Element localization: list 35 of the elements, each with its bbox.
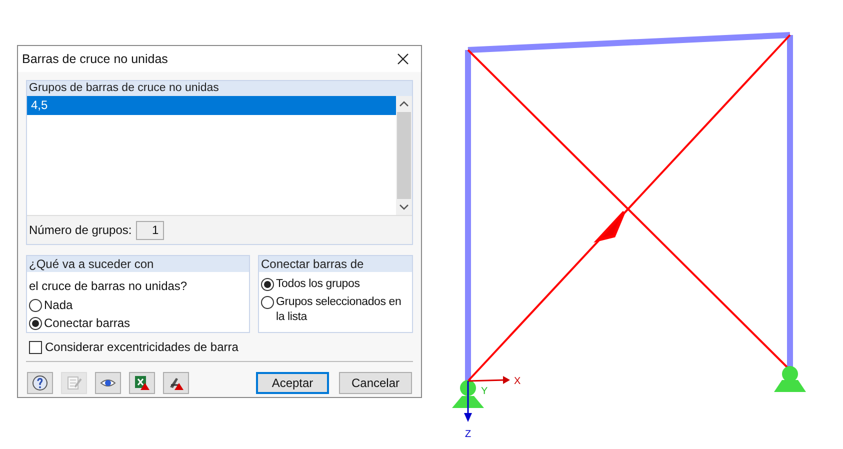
- checkbox-label[interactable]: Considerar excentricidades de barra: [45, 338, 238, 356]
- scrollbar[interactable]: [396, 96, 412, 215]
- dialog-button[interactable]: Aceptar: [256, 372, 329, 394]
- list-item[interactable]: 4,5: [27, 96, 396, 115]
- radio-button[interactable]: [29, 299, 42, 312]
- prompt-text: el cruce de barras no unidas?: [28, 278, 188, 295]
- close-icon: [397, 53, 409, 65]
- radio-label[interactable]: Grupos seleccionados en la lista: [276, 295, 410, 325]
- y-axis-label: Y: [481, 386, 488, 397]
- tool-warning-icon: [168, 375, 184, 391]
- radio-button[interactable]: [261, 296, 274, 309]
- radio-label[interactable]: Todos los grupos: [276, 277, 360, 292]
- toolbar-button[interactable]: [27, 372, 53, 394]
- radio-label[interactable]: Conectar barras: [44, 316, 130, 331]
- radio-button[interactable]: [29, 317, 42, 330]
- z-axis-label: Z: [465, 429, 472, 440]
- support-drawing: [774, 366, 806, 392]
- panel-title: Conectar barras de: [259, 256, 412, 272]
- radio-button[interactable]: [261, 278, 274, 291]
- checkbox[interactable]: [29, 340, 42, 354]
- panel-title: ¿Qué va a suceder con: [27, 256, 249, 272]
- scroll-thumb[interactable]: [397, 112, 411, 199]
- panel-title: Grupos de barras de cruce no unidas: [27, 81, 412, 96]
- count-field: 1: [136, 220, 164, 240]
- toolbar-button[interactable]: [129, 372, 155, 394]
- dialog-button[interactable]: Cancelar: [339, 372, 412, 394]
- toolbar-button[interactable]: [163, 372, 189, 394]
- radio-label[interactable]: Nada: [44, 298, 73, 313]
- x-axis-label: X: [514, 376, 521, 387]
- toolbar-button[interactable]: [95, 372, 121, 394]
- help-icon: [32, 375, 48, 391]
- count-label: Número de grupos:: [29, 222, 132, 239]
- spreadsheet-warning-icon: [134, 375, 150, 391]
- window-title: Barras de cruce no unidas: [22, 50, 168, 68]
- document-pencil-icon: [66, 375, 82, 391]
